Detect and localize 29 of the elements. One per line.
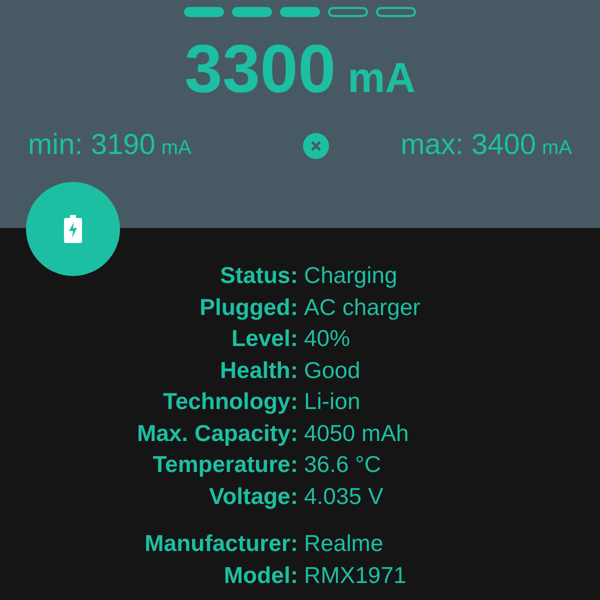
current-unit: mA <box>348 57 416 99</box>
info-value: RMX1971 <box>304 560 406 590</box>
info-label: Technology: <box>162 387 298 416</box>
info-label: Manufacturer: <box>144 529 298 558</box>
max-value: max: 3400 <box>400 129 536 162</box>
info-label: Plugged: <box>200 292 298 322</box>
info-label: Model: <box>224 560 298 590</box>
min-value: min: 3190 <box>28 129 156 162</box>
current-value: 3300 <box>184 35 336 103</box>
info-label: Status: <box>220 261 298 290</box>
info-value: Good <box>304 356 360 384</box>
info-value: 36.6 °C <box>304 450 381 479</box>
info-label: Max. Capacity: <box>136 418 298 448</box>
info-label: Level: <box>232 324 298 353</box>
info-value: 4.035 V <box>304 482 384 510</box>
info-label: Voltage: <box>208 482 298 511</box>
info-label: Health: <box>220 356 298 384</box>
max-unit: mA <box>542 137 572 160</box>
info-label: Temperature: <box>152 450 298 479</box>
reset-button[interactable] <box>302 132 329 158</box>
battery-charging-icon <box>64 215 82 243</box>
info-value: Li-ion <box>304 387 360 416</box>
info-value: 40% <box>304 324 350 353</box>
info-value: Charging <box>304 261 398 290</box>
info-value: Realme <box>304 529 384 558</box>
close-icon <box>310 140 322 152</box>
info-value: 4050 mAh <box>304 418 409 448</box>
min-unit: mA <box>161 137 192 160</box>
info-value: AC charger <box>304 292 420 322</box>
